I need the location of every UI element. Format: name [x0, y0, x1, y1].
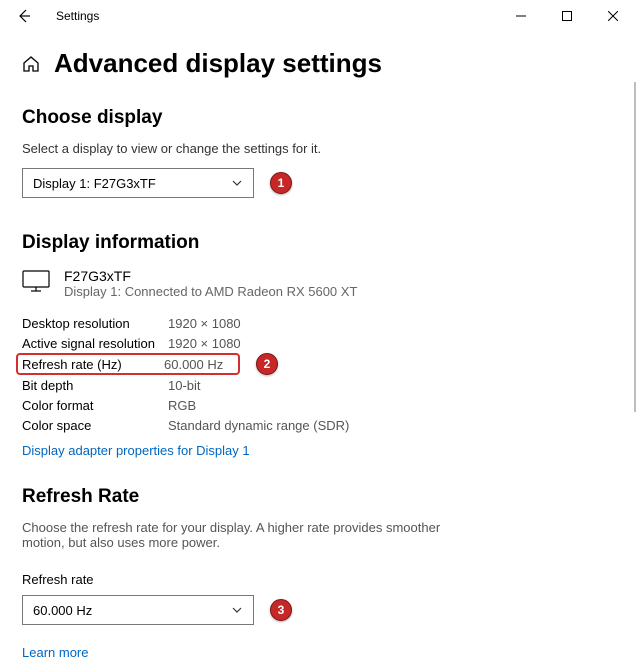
info-key: Refresh rate (Hz)	[22, 357, 164, 372]
refresh-rate-field-label: Refresh rate	[22, 572, 616, 587]
info-key: Bit depth	[22, 378, 168, 393]
close-button[interactable]	[590, 0, 636, 32]
minimize-button[interactable]	[498, 0, 544, 32]
arrow-left-icon	[16, 8, 32, 24]
page-header: Advanced display settings	[22, 48, 616, 79]
title-bar: Settings	[0, 0, 636, 32]
maximize-button[interactable]	[544, 0, 590, 32]
app-title: Settings	[56, 9, 99, 23]
choose-display-title: Choose display	[22, 107, 616, 129]
monitor-row: F27G3xTF Display 1: Connected to AMD Rad…	[22, 268, 616, 299]
info-row-active-signal-resolution: Active signal resolution 1920 × 1080	[22, 333, 616, 353]
annotation-3: 3	[270, 599, 292, 621]
monitor-icon	[22, 270, 50, 292]
info-row-color-space: Color space Standard dynamic range (SDR)	[22, 415, 616, 435]
info-key: Color format	[22, 398, 168, 413]
info-val: RGB	[168, 398, 196, 413]
close-icon	[608, 11, 618, 21]
info-row-bit-depth: Bit depth 10-bit	[22, 375, 616, 395]
back-button[interactable]	[4, 0, 44, 32]
choose-display-helper: Select a display to view or change the s…	[22, 141, 616, 156]
display-info-grid: Desktop resolution 1920 × 1080 Active si…	[22, 313, 616, 458]
info-row-desktop-resolution: Desktop resolution 1920 × 1080	[22, 313, 616, 333]
annotation-1: 1	[270, 172, 292, 194]
info-val: 60.000 Hz	[164, 357, 223, 372]
adapter-properties-link[interactable]: Display adapter properties for Display 1	[22, 443, 250, 458]
info-row-refresh-rate: Refresh rate (Hz) 60.000 Hz	[16, 353, 240, 375]
monitor-name: F27G3xTF	[64, 268, 357, 284]
info-key: Desktop resolution	[22, 316, 168, 331]
info-val: 1920 × 1080	[168, 316, 241, 331]
refresh-rate-title: Refresh Rate	[22, 486, 616, 508]
info-val: 10-bit	[168, 378, 201, 393]
refresh-rate-dropdown[interactable]: 60.000 Hz	[22, 595, 254, 625]
info-row-color-format: Color format RGB	[22, 395, 616, 415]
chevron-down-icon	[231, 604, 243, 616]
display-info-title: Display information	[22, 232, 616, 254]
chevron-down-icon	[231, 177, 243, 189]
refresh-rate-helper: Choose the refresh rate for your display…	[22, 520, 452, 550]
home-icon[interactable]	[22, 55, 40, 73]
page-content: Advanced display settings Choose display…	[0, 48, 636, 660]
display-select-value: Display 1: F27G3xTF	[33, 176, 156, 191]
maximize-icon	[562, 11, 572, 21]
page-title: Advanced display settings	[54, 48, 382, 79]
window-controls	[498, 0, 636, 32]
info-key: Color space	[22, 418, 168, 433]
info-val: 1920 × 1080	[168, 336, 241, 351]
refresh-rate-value: 60.000 Hz	[33, 603, 92, 618]
learn-more-link[interactable]: Learn more	[22, 645, 88, 660]
info-key: Active signal resolution	[22, 336, 168, 351]
display-select-dropdown[interactable]: Display 1: F27G3xTF	[22, 168, 254, 198]
minimize-icon	[516, 11, 526, 21]
annotation-2: 2	[256, 353, 278, 375]
info-val: Standard dynamic range (SDR)	[168, 418, 349, 433]
monitor-connection: Display 1: Connected to AMD Radeon RX 56…	[64, 284, 357, 299]
